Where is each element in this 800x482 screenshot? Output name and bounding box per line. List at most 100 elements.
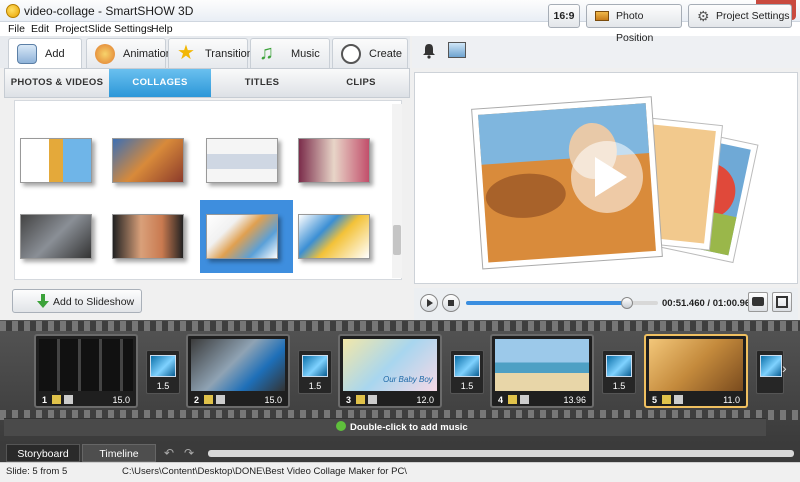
library-tabs: PHOTOS & VIDEOS COLLAGES TITLES CLIPS xyxy=(4,68,410,98)
slide-2[interactable]: 2 15.0 xyxy=(186,334,290,408)
gallery-scroll-thumb[interactable] xyxy=(393,225,401,255)
slide-caption: Our Baby Boy xyxy=(383,375,433,384)
music-icon xyxy=(336,421,346,431)
slide-thumbnail: Our Baby Boy xyxy=(343,339,437,391)
speaker-icon[interactable] xyxy=(520,395,529,404)
collage-thumb[interactable] xyxy=(298,214,370,259)
slide-duration[interactable]: 11.0 xyxy=(723,395,740,405)
horizontal-scrollbar[interactable] xyxy=(208,450,794,457)
menu-slide[interactable]: Slide xyxy=(88,22,111,36)
tab-music[interactable]: ♫ Music xyxy=(250,38,330,68)
preview-canvas xyxy=(414,72,798,284)
tab-timeline[interactable]: Timeline xyxy=(82,444,156,462)
transition-duration: 1.5 xyxy=(460,381,474,391)
pencil-icon[interactable] xyxy=(52,395,61,404)
stop-button[interactable] xyxy=(442,294,460,312)
slide-number: 1 xyxy=(42,395,48,405)
tab-storyboard[interactable]: Storyboard xyxy=(6,444,80,462)
pencil-icon[interactable] xyxy=(508,395,517,404)
chevron-right-icon[interactable]: › xyxy=(782,360,787,376)
tab-add[interactable]: Add xyxy=(8,38,82,69)
music-note-icon: ♫ xyxy=(259,42,274,64)
camera-icon xyxy=(752,297,764,306)
transition-4[interactable]: 1.5 xyxy=(602,350,636,394)
speaker-icon[interactable] xyxy=(368,395,377,404)
star-icon: ★ xyxy=(177,42,195,64)
collage-thumb[interactable] xyxy=(112,214,184,259)
collage-thumb[interactable] xyxy=(112,138,184,183)
collage-thumb[interactable] xyxy=(298,138,370,183)
fullscreen-button[interactable] xyxy=(772,292,792,312)
slide-3[interactable]: Our Baby Boy 3 12.0 xyxy=(338,334,442,408)
tab-photos-videos[interactable]: PHOTOS & VIDEOS xyxy=(5,69,109,97)
tab-add-label: Add xyxy=(45,48,65,60)
transition-2[interactable]: 1.5 xyxy=(298,350,332,394)
snapshot-button[interactable] xyxy=(748,292,768,312)
pencil-icon[interactable] xyxy=(662,395,671,404)
progress-fill xyxy=(466,301,628,305)
tab-create[interactable]: Create xyxy=(332,38,408,68)
undo-icon[interactable]: ↶ xyxy=(164,446,174,460)
speaker-icon[interactable] xyxy=(64,395,73,404)
tab-clips[interactable]: CLIPS xyxy=(313,69,409,97)
menu-project[interactable]: Project xyxy=(55,22,88,36)
tab-animation[interactable]: Animation xyxy=(86,38,172,68)
gear-icon: ⚙ xyxy=(697,8,710,24)
slide-number: 5 xyxy=(652,395,658,405)
add-media-icon xyxy=(17,44,37,64)
preview-toolbar xyxy=(412,36,800,68)
tab-collages[interactable]: COLLAGES xyxy=(109,69,211,97)
palette-icon xyxy=(95,44,115,64)
collage-thumb[interactable] xyxy=(20,138,92,183)
film-strip-top xyxy=(0,321,800,331)
transition-3[interactable]: 1.5 xyxy=(450,350,484,394)
add-to-slideshow-button[interactable]: Add to Slideshow xyxy=(12,289,142,313)
transition-duration: 1.5 xyxy=(156,381,170,391)
slide-thumbnail xyxy=(495,339,589,391)
project-settings-label: Project Settings xyxy=(716,10,790,22)
slide-5[interactable]: 5 11.0 xyxy=(644,334,748,408)
photo-position-button[interactable]: Photo Position xyxy=(586,4,682,44)
speaker-icon[interactable] xyxy=(674,395,683,404)
slide-duration[interactable]: 12.0 xyxy=(416,395,434,405)
bell-icon[interactable] xyxy=(422,43,436,59)
window-title: video-collage - SmartSHOW 3D xyxy=(24,4,194,18)
tab-titles[interactable]: TITLES xyxy=(211,69,313,97)
slide-duration[interactable]: 15.0 xyxy=(112,395,130,405)
transition-5-partial[interactable] xyxy=(756,350,784,394)
transition-icon xyxy=(150,355,176,377)
main-tabs: Add Animation ★ Transitions ♫ Music Crea… xyxy=(0,36,410,69)
slide-4[interactable]: 4 13.96 xyxy=(490,334,594,408)
image-icon[interactable] xyxy=(448,42,466,58)
transition-icon xyxy=(454,355,480,377)
pencil-icon[interactable] xyxy=(204,395,213,404)
time-readout: 00:51.460 / 01:00.960 xyxy=(662,298,756,309)
tab-animation-label: Animation xyxy=(123,48,172,60)
redo-icon[interactable]: ↷ xyxy=(184,446,194,460)
menu-file[interactable]: File xyxy=(8,22,25,36)
menu-edit[interactable]: Edit xyxy=(31,22,49,36)
add-music-hint: Double-click to add music xyxy=(350,422,468,433)
slide-duration[interactable]: 15.0 xyxy=(264,395,282,405)
pencil-icon[interactable] xyxy=(356,395,365,404)
photo-position-label: Photo Position xyxy=(616,10,654,44)
tab-transitions[interactable]: ★ Transitions xyxy=(168,38,258,68)
slide-duration[interactable]: 13.96 xyxy=(563,395,586,405)
menu-settings[interactable]: Settings xyxy=(114,22,152,36)
photo-icon xyxy=(595,11,609,21)
slide-number: 4 xyxy=(498,395,504,405)
transition-icon xyxy=(302,355,328,377)
collage-thumb[interactable] xyxy=(206,138,278,183)
arrow-down-icon xyxy=(37,294,49,308)
menu-help[interactable]: Help xyxy=(151,22,173,36)
transition-1[interactable]: 1.5 xyxy=(146,350,180,394)
collage-thumb-selected[interactable] xyxy=(206,214,278,259)
app-logo-icon xyxy=(6,4,20,18)
collage-thumb[interactable] xyxy=(20,214,92,259)
speaker-icon[interactable] xyxy=(216,395,225,404)
aspect-ratio-button[interactable]: 16:9 xyxy=(548,4,580,28)
slide-1[interactable]: 1 15.0 xyxy=(34,334,138,408)
project-settings-button[interactable]: ⚙ Project Settings xyxy=(688,4,792,28)
play-button[interactable] xyxy=(420,294,438,312)
play-icon xyxy=(427,299,433,307)
